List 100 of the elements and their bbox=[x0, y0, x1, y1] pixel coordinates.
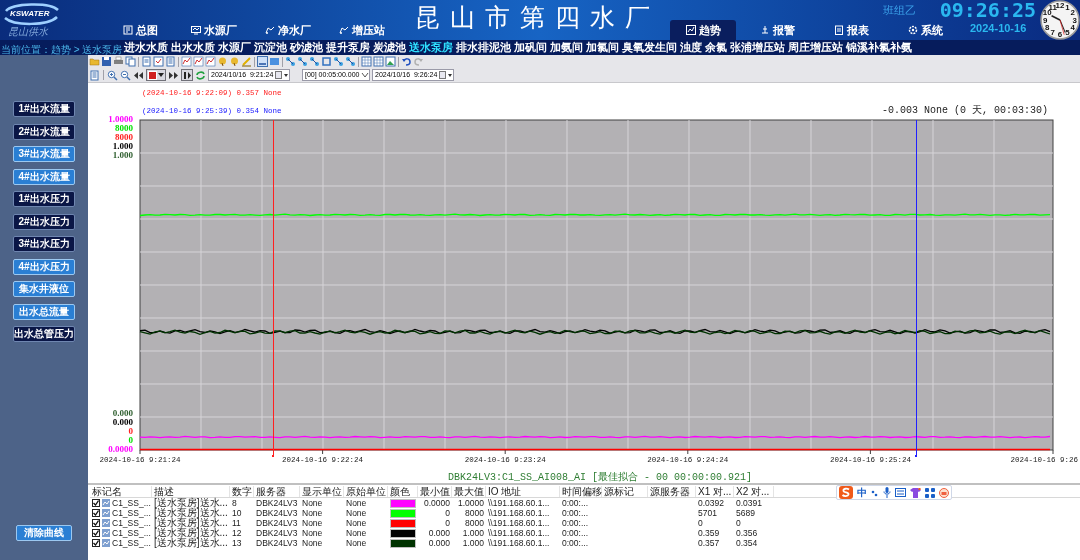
checkbox[interactable] bbox=[92, 539, 100, 547]
column-header[interactable]: 服务器 bbox=[254, 486, 300, 497]
nav-item[interactable]: 提升泵房 bbox=[326, 41, 370, 54]
column-header[interactable]: 描述 bbox=[152, 486, 230, 497]
sidebar-button[interactable]: 2#出水流量 bbox=[13, 123, 75, 140]
nav-item[interactable]: 加氯间 bbox=[586, 41, 619, 54]
clear-curves-button[interactable]: 清除曲线 bbox=[16, 525, 72, 541]
nav-tab[interactable]: 趋势 bbox=[670, 20, 736, 40]
shirt-icon[interactable] bbox=[910, 487, 921, 498]
printer-icon[interactable] bbox=[113, 56, 124, 67]
column-header[interactable]: 最小值 bbox=[418, 486, 452, 497]
list-icon[interactable] bbox=[89, 69, 100, 81]
sidebar-button[interactable]: 出水总管压力 bbox=[13, 326, 75, 342]
document-icon bbox=[122, 25, 133, 35]
nav-tab[interactable]: 净水厂 bbox=[255, 20, 321, 40]
sidebar-button[interactable]: 1#出水压力 bbox=[13, 191, 75, 207]
nav-tab[interactable]: 总图 bbox=[107, 20, 173, 40]
nav-item[interactable]: 余氯 bbox=[705, 41, 727, 54]
nav-item[interactable]: 炭滤池 bbox=[373, 41, 406, 54]
column-header[interactable]: 数字 bbox=[230, 486, 254, 497]
sidebar-button[interactable]: 2#出水压力 bbox=[13, 213, 75, 230]
column-header[interactable]: 最大值 bbox=[452, 486, 486, 497]
line-chart-icon[interactable] bbox=[205, 56, 216, 67]
sidebar-button[interactable]: 3#出水流量 bbox=[13, 146, 75, 162]
table-cell: None bbox=[346, 528, 367, 538]
sidebar-button[interactable]: 3#出水压力 bbox=[13, 236, 75, 252]
checkbox[interactable] bbox=[92, 519, 100, 527]
grid-icon[interactable] bbox=[373, 56, 384, 67]
checkbox[interactable] bbox=[92, 509, 100, 517]
pause-button[interactable] bbox=[181, 69, 193, 81]
line-chart-icon bbox=[339, 25, 349, 35]
column-header[interactable]: 原始单位 bbox=[344, 486, 388, 497]
grid-icon[interactable] bbox=[361, 56, 372, 67]
sidebar-button[interactable]: 4#出水压力 bbox=[13, 258, 75, 275]
table-cell: None bbox=[346, 498, 367, 508]
frame-icon[interactable] bbox=[321, 56, 332, 67]
nav-item[interactable]: 排水排泥池 bbox=[456, 41, 511, 54]
sidebar-button[interactable]: 出水总流量 bbox=[13, 303, 75, 320]
column-header[interactable]: X1 对... bbox=[696, 486, 734, 497]
nav-item[interactable]: 沉淀池 bbox=[254, 41, 287, 54]
nav-tab[interactable]: 水源厂 bbox=[181, 20, 247, 40]
table-cell: 8000 bbox=[465, 508, 484, 518]
microphone-icon[interactable] bbox=[883, 487, 891, 498]
picture-icon[interactable] bbox=[385, 56, 396, 67]
checkbox[interactable] bbox=[92, 499, 100, 507]
rectangle-icon[interactable] bbox=[269, 56, 280, 67]
skin-icon[interactable] bbox=[939, 487, 949, 498]
rewind-icon[interactable] bbox=[133, 69, 144, 81]
column-header[interactable]: 源标记 bbox=[602, 486, 648, 497]
nav-tab[interactable]: 报警 bbox=[744, 20, 810, 40]
column-header[interactable]: 显示单位 bbox=[300, 486, 344, 497]
nav-item[interactable]: 张浦增压站 bbox=[730, 41, 785, 54]
undo-icon[interactable] bbox=[401, 56, 412, 67]
nav-tab[interactable]: 系统 bbox=[892, 20, 958, 40]
nodes-icon[interactable] bbox=[297, 56, 308, 67]
nav-item[interactable]: 送水泵房 bbox=[409, 41, 453, 54]
table-cell: C1_SS_... bbox=[112, 528, 151, 538]
nodes-icon[interactable] bbox=[333, 56, 344, 67]
stop-dropdown-button[interactable] bbox=[146, 69, 166, 81]
nav-item[interactable]: 出水水质 bbox=[171, 41, 215, 54]
zoom-in-icon[interactable] bbox=[107, 69, 118, 81]
sidebar-button[interactable]: 1#出水流量 bbox=[13, 101, 75, 117]
nav-item[interactable]: 臭氧发生间 bbox=[622, 41, 677, 54]
line-tool-icon[interactable] bbox=[257, 56, 268, 67]
fast-forward-icon[interactable] bbox=[168, 69, 179, 81]
sidebar-button[interactable]: 4#出水流量 bbox=[13, 168, 75, 185]
nav-item[interactable]: 水源厂 bbox=[218, 41, 251, 54]
table-cell: 0:00:... bbox=[562, 538, 588, 548]
nodes-icon[interactable] bbox=[285, 56, 296, 67]
nav-item[interactable]: 砂滤池 bbox=[290, 41, 323, 54]
ime-mode-toggle[interactable]: 中 bbox=[857, 486, 867, 499]
column-header[interactable]: IO 地址 bbox=[486, 486, 560, 497]
nodes-icon[interactable] bbox=[309, 56, 320, 67]
checklist-icon[interactable] bbox=[153, 56, 164, 67]
line-chart-icon[interactable] bbox=[181, 56, 192, 67]
nodes-icon[interactable] bbox=[345, 56, 356, 67]
nav-tab[interactable]: 报表 bbox=[818, 20, 884, 40]
keyboard-icon[interactable] bbox=[895, 488, 906, 497]
column-header[interactable]: 时间偏移 bbox=[560, 486, 602, 497]
nav-tab[interactable]: 增压站 bbox=[329, 20, 395, 40]
grid-icon[interactable] bbox=[925, 487, 935, 498]
axis-label: 8000 bbox=[115, 132, 133, 142]
column-header[interactable]: 源服务器 bbox=[648, 486, 696, 497]
checkbox[interactable] bbox=[92, 529, 100, 537]
cursor-line[interactable] bbox=[915, 120, 917, 457]
zoom-out-icon[interactable] bbox=[120, 69, 131, 81]
column-header[interactable]: 颜色 bbox=[388, 486, 418, 497]
column-header[interactable]: X2 对... bbox=[734, 486, 774, 497]
nav-item[interactable]: 锦溪补氯补氨 bbox=[846, 41, 912, 54]
nav-item[interactable]: 加氨间 bbox=[550, 41, 583, 54]
nav-item[interactable]: 周庄增压站 bbox=[788, 41, 843, 54]
line-chart-icon[interactable] bbox=[193, 56, 204, 67]
nav-item[interactable]: 浊度 bbox=[680, 41, 702, 54]
axis-label: 1.0000 bbox=[108, 114, 133, 124]
ime-logo-icon[interactable] bbox=[839, 486, 853, 499]
nav-item[interactable]: 进水水质 bbox=[124, 41, 168, 54]
sidebar-button[interactable]: 集水井液位 bbox=[13, 281, 75, 297]
column-header[interactable]: 标记名 bbox=[90, 486, 152, 497]
nav-item[interactable]: 加矾间 bbox=[514, 41, 547, 54]
save-icon[interactable] bbox=[101, 56, 112, 67]
